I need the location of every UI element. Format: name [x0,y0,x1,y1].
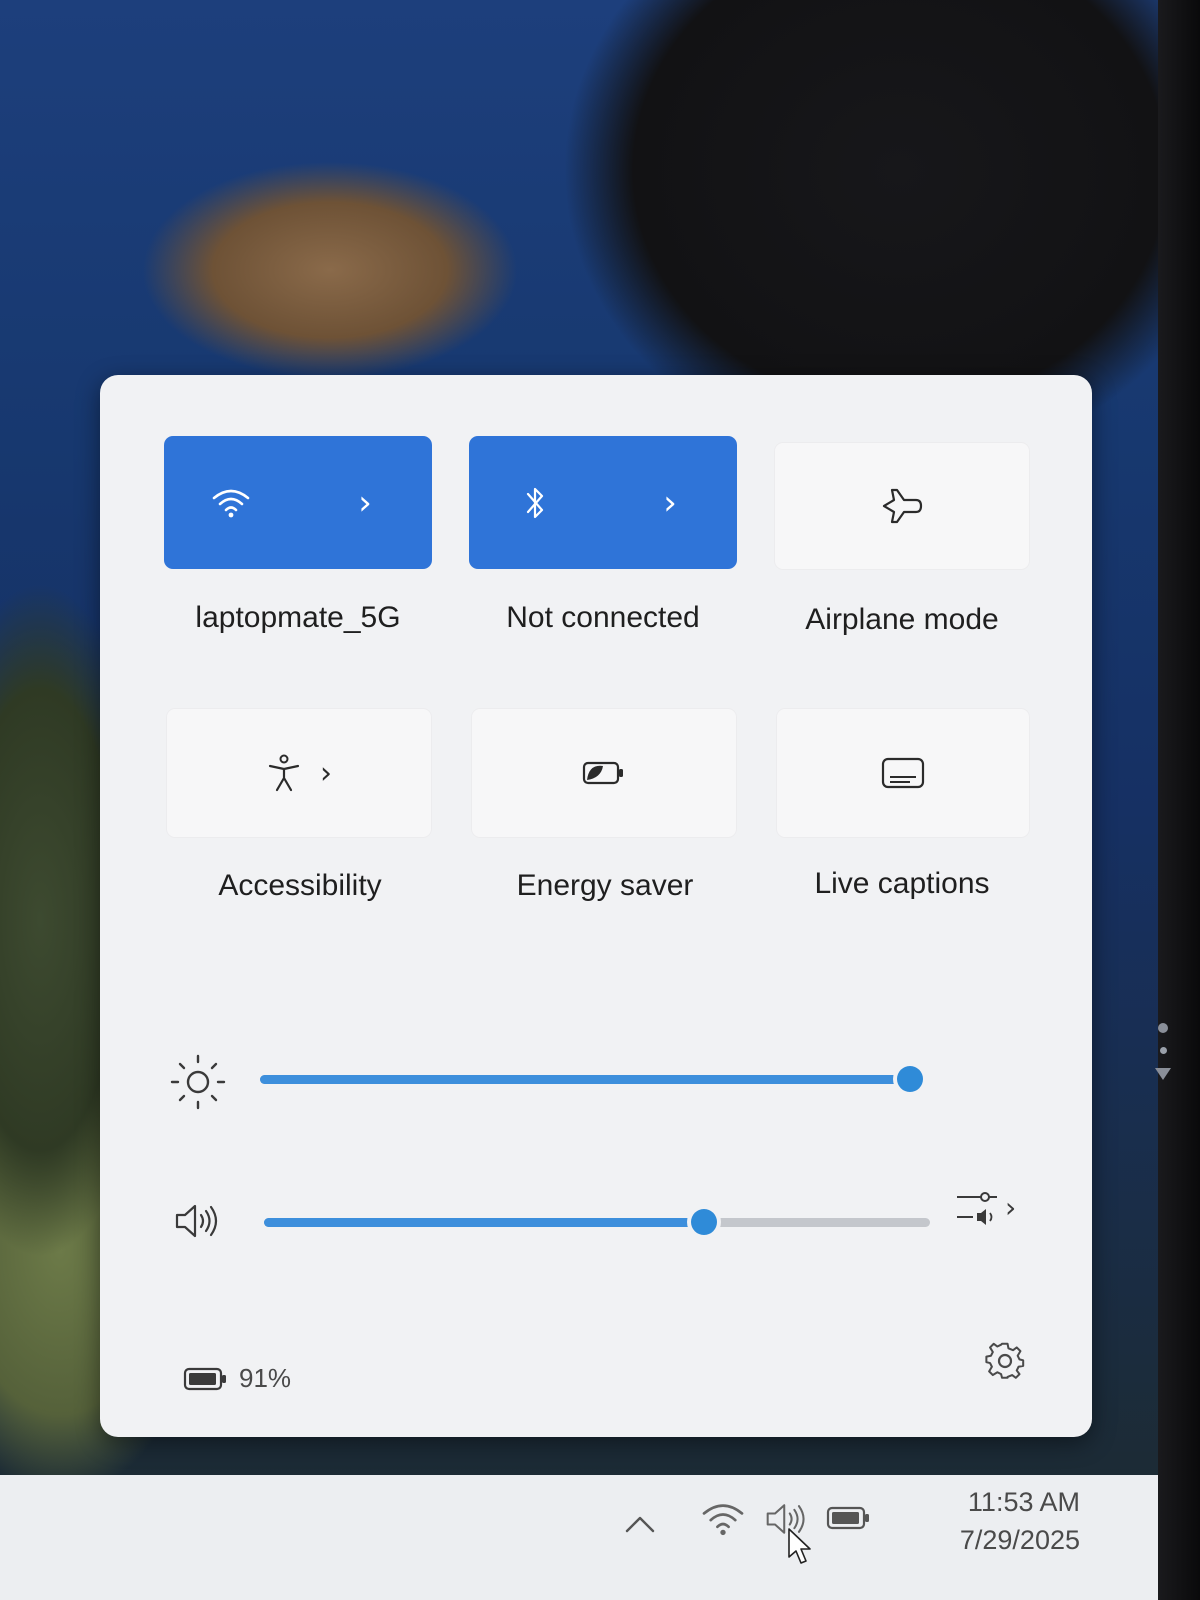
next-page-arrow-icon[interactable] [1155,1068,1171,1080]
page-indicator[interactable] [1153,1023,1173,1080]
screen-bezel [1158,0,1200,1600]
battery-icon [183,1367,226,1390]
accessibility-tile[interactable]: › [166,708,432,838]
accessibility-icon [268,754,300,792]
wifi-toggle[interactable] [164,436,298,569]
quick-settings-panel: › laptopmate_5G › Not connected Airplane… [100,375,1171,1437]
bluetooth-icon [526,487,544,518]
bluetooth-tile-label: Not connected [506,601,700,634]
page-dot-active[interactable] [1158,1023,1168,1033]
volume-thumb[interactable] [691,1209,717,1235]
airplane-mode-label: Airplane mode [805,603,999,636]
clock-date: 7/29/2025 [959,1525,1080,1555]
audio-mixer-icon [957,1192,997,1225]
chevron-up-icon[interactable] [623,1513,657,1535]
energy-saver-label: Energy saver [516,869,694,902]
wifi-tile-label: laptopmate_5G [195,601,401,634]
wifi-expand-button[interactable]: › [298,436,432,569]
energy-saver-icon [582,761,623,785]
brightness-icon [170,1054,226,1110]
volume-icon [175,1204,218,1238]
battery-percent: 91% [239,1363,292,1393]
chevron-right-icon: › [663,482,677,523]
battery-icon[interactable] [826,1505,872,1531]
audio-output-button[interactable]: › [955,1187,1016,1227]
page-dot[interactable] [1159,1047,1167,1054]
captions-icon [881,757,925,789]
brightness-fill [260,1075,910,1084]
volume-slider[interactable] [264,1198,934,1248]
wifi-icon [212,489,250,517]
brightness-slider[interactable] [260,1055,923,1105]
taskbar-clock[interactable]: 11:53 AM 7/29/2025 [960,1475,1080,1559]
bluetooth-toggle[interactable] [469,436,603,569]
brightness-thumb[interactable] [897,1066,923,1092]
wifi-tile[interactable]: › [164,436,432,569]
accessibility-label: Accessibility [218,869,382,902]
live-captions-label: Live captions [814,867,990,900]
clock-time: 11:53 AM [967,1487,1080,1517]
bluetooth-expand-button[interactable]: › [603,436,737,569]
chevron-right-icon: › [320,755,332,791]
energy-saver-tile[interactable] [471,708,737,838]
mouse-cursor-icon [788,1528,811,1564]
battery-status[interactable]: 91% [183,1363,291,1394]
wifi-icon[interactable] [700,1500,746,1538]
volume-fill [264,1218,704,1227]
gear-icon[interactable] [985,1341,1025,1381]
chevron-right-icon: › [358,482,372,523]
chevron-right-icon: › [1005,1190,1017,1224]
bluetooth-tile[interactable]: › [469,436,737,569]
airplane-icon [882,488,923,524]
live-captions-tile[interactable] [776,708,1030,838]
airplane-mode-tile[interactable] [774,442,1030,570]
